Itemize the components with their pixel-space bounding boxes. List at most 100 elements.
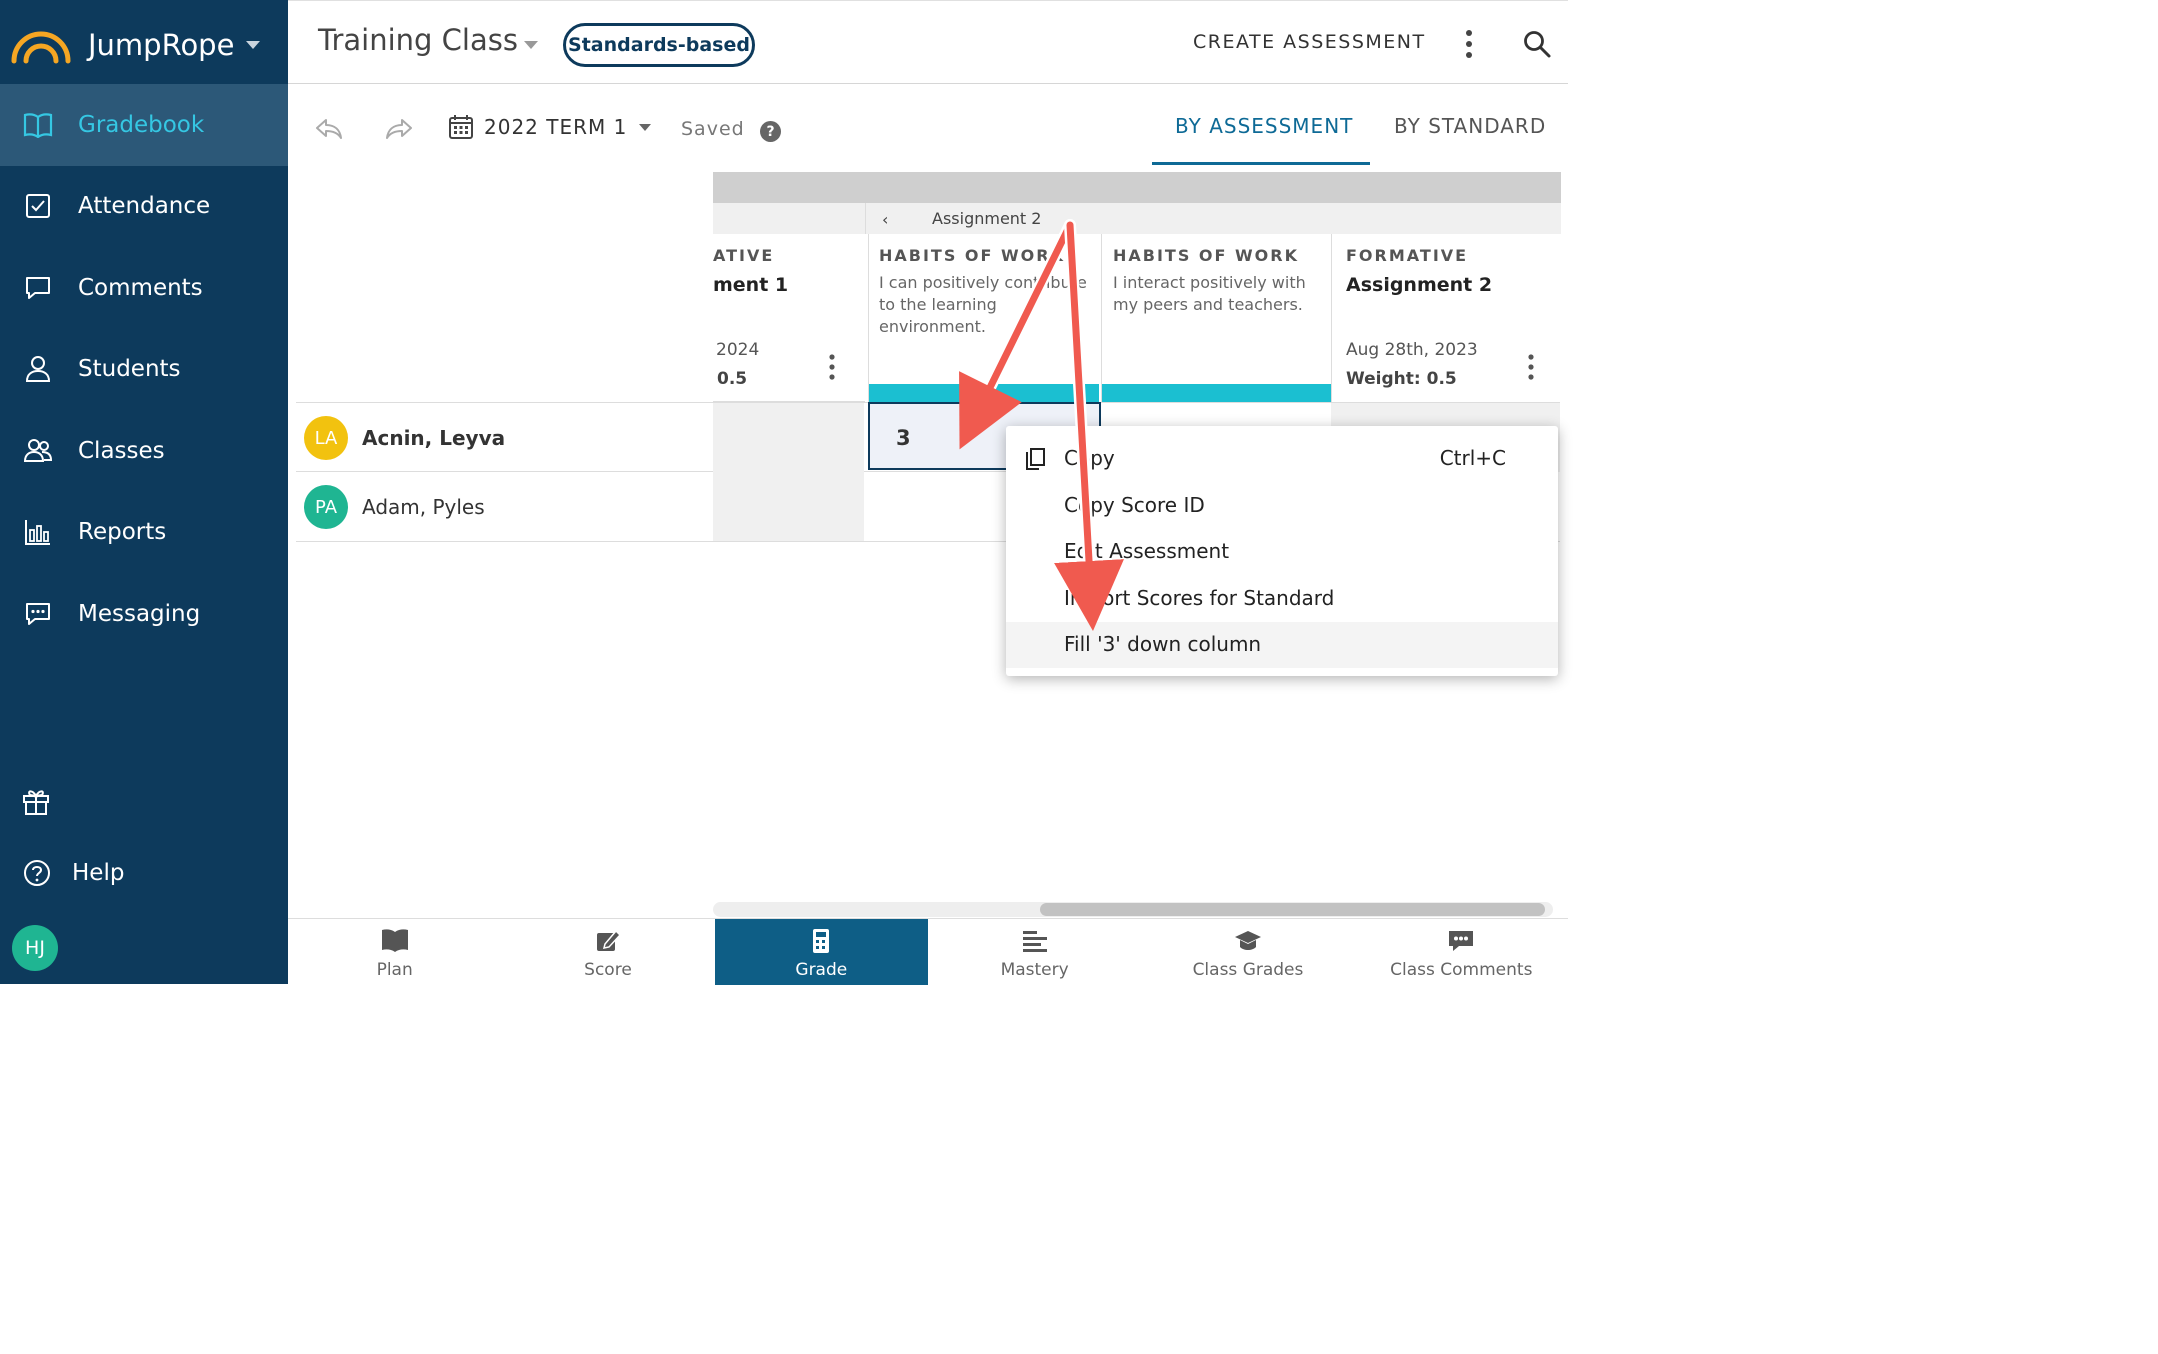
undo-icon[interactable] [314, 114, 344, 142]
bottom-nav-label: Grade [795, 960, 848, 980]
horizontal-scrollbar[interactable] [713, 902, 1553, 917]
bottom-nav-label: Plan [376, 960, 413, 980]
menu-item-import-scores[interactable]: Import Scores for Standard [1006, 576, 1558, 622]
column-type: ATIVE [713, 246, 775, 265]
column-description: I interact positively with my peers and … [1113, 273, 1306, 314]
column-menu-icon[interactable] [828, 354, 836, 380]
grid-group-bar [713, 172, 1561, 203]
bottom-nav-mastery[interactable]: Mastery [928, 919, 1141, 985]
class-title[interactable]: Training Class [318, 23, 518, 57]
column-menu-icon[interactable] [1527, 354, 1535, 380]
column-name: Assignment 2 [1346, 274, 1493, 296]
bottom-nav-label: Class Comments [1390, 960, 1533, 980]
sidebar-item-students[interactable]: Students [0, 329, 288, 411]
bottom-nav-class-grades[interactable]: Class Grades [1141, 919, 1354, 985]
column-header-standard-2[interactable]: HABITS OF WORK I interact positively wit… [1101, 234, 1331, 402]
more-options-icon[interactable] [1464, 29, 1474, 59]
column-weight: 0.5 [717, 369, 748, 389]
score-cell[interactable] [713, 472, 864, 541]
sidebar-item-label: Comments [78, 274, 203, 301]
column-header-assignment-2[interactable]: FORMATIVE Assignment 2 Aug 28th, 2023 We… [1331, 234, 1561, 402]
bottom-nav-plan[interactable]: Plan [288, 919, 501, 985]
standard-color-bar [1102, 384, 1331, 402]
bar-chart-icon [22, 516, 54, 548]
menu-item-label: Copy Score ID [1064, 493, 1205, 517]
sidebar-item-gradebook[interactable]: Gradebook [0, 84, 288, 166]
column-date: 2024 [716, 340, 760, 360]
sidebar: JumpRope Gradebook Attendance Comments S… [0, 0, 288, 984]
book-open-icon [22, 109, 54, 141]
student-avatar: LA [304, 416, 348, 460]
sidebar-item-label: Classes [78, 437, 165, 464]
bars-icon [1022, 931, 1047, 952]
term-selector[interactable]: 2022 TERM 1 [448, 114, 652, 140]
assignment-group-header[interactable]: ‹ Assignment 2 [865, 203, 1561, 234]
help-circle-icon [24, 860, 50, 886]
collapse-chevron-icon[interactable]: ‹ [882, 210, 888, 229]
scrollbar-thumb[interactable] [1040, 903, 1545, 916]
user-avatar[interactable]: HJ [12, 925, 58, 971]
student-name[interactable]: Acnin, Leyva [362, 426, 505, 450]
column-header-standard-1[interactable]: HABITS OF WORK I can positively contribu… [868, 234, 1100, 402]
sidebar-item-attendance[interactable]: Attendance [0, 166, 288, 248]
active-tab-indicator [1152, 162, 1370, 165]
sidebar-item-label: Gradebook [78, 111, 205, 138]
term-label: 2022 TERM 1 [484, 115, 628, 139]
sidebar-item-label: Messaging [78, 600, 201, 627]
search-icon[interactable] [1522, 29, 1552, 59]
sidebar-nav: Gradebook Attendance Comments Students C… [0, 84, 288, 655]
pencil-square-icon [596, 929, 622, 951]
student-avatar: PA [304, 485, 348, 529]
term-caret-icon [639, 123, 652, 131]
bottom-nav-label: Class Grades [1192, 960, 1304, 980]
bottom-nav: Plan Score Grade Mastery Class Grades Cl… [288, 918, 1568, 985]
class-caret-icon[interactable] [524, 41, 538, 49]
save-status: Saved [681, 118, 745, 140]
menu-item-fill-down[interactable]: Fill '3' down column [1006, 622, 1558, 668]
brand[interactable]: JumpRope [10, 20, 261, 70]
assignment-group-label: Assignment 2 [932, 209, 1042, 228]
column-name: ment 1 [713, 274, 789, 296]
sidebar-item-reports[interactable]: Reports [0, 492, 288, 574]
save-help-icon[interactable]: ? [760, 121, 781, 142]
student-name[interactable]: Adam, Pyles [362, 495, 485, 519]
menu-item-label: Copy [1064, 446, 1115, 470]
menu-item-copy-score-id[interactable]: Copy Score ID [1006, 483, 1558, 529]
header: Training Class Standards-based CREATE AS… [288, 0, 1568, 84]
menu-item-label: Edit Assessment [1064, 539, 1230, 563]
column-header-assignment-1[interactable]: ATIVE ment 1 2024 0.5 [713, 234, 865, 402]
bottom-nav-grade[interactable]: Grade [714, 919, 928, 985]
copy-icon [1026, 448, 1045, 470]
sidebar-item-label: Reports [78, 519, 167, 546]
tab-by-assessment[interactable]: BY ASSESSMENT [1175, 114, 1353, 138]
menu-item-copy[interactable]: Copy Ctrl+C [1006, 436, 1558, 482]
sidebar-item-help[interactable]: Help [22, 858, 124, 888]
redo-icon[interactable] [384, 114, 414, 142]
gift-icon[interactable] [20, 785, 52, 817]
grid-group-bar-left [713, 203, 865, 234]
column-weight: Weight: 0.5 [1346, 369, 1457, 389]
sidebar-item-label: Students [78, 356, 181, 383]
sidebar-item-label: Attendance [78, 193, 211, 220]
calendar-icon [449, 115, 473, 139]
sidebar-item-classes[interactable]: Classes [0, 410, 288, 492]
menu-item-edit-assessment[interactable]: Edit Assessment [1006, 529, 1558, 575]
person-icon [22, 353, 54, 385]
book-icon [381, 929, 408, 952]
context-menu: Copy Ctrl+C Copy Score ID Edit Assessmen… [1006, 426, 1558, 676]
bottom-nav-score[interactable]: Score [501, 919, 714, 985]
bottom-nav-label: Score [584, 960, 632, 980]
brand-caret-icon [246, 41, 261, 49]
column-type: HABITS OF WORK [879, 246, 1065, 265]
score-cell[interactable] [713, 403, 864, 472]
create-assessment-button[interactable]: CREATE ASSESSMENT [1193, 31, 1426, 53]
standard-color-bar [869, 384, 1099, 402]
menu-item-label: Import Scores for Standard [1064, 586, 1335, 610]
column-date: Aug 28th, 2023 [1346, 340, 1478, 360]
tab-by-standard[interactable]: BY STANDARD [1394, 114, 1546, 138]
sidebar-item-messaging[interactable]: Messaging [0, 573, 288, 655]
grading-mode-badge[interactable]: Standards-based [563, 23, 755, 67]
help-label: Help [72, 860, 125, 886]
bottom-nav-class-comments[interactable]: Class Comments [1355, 919, 1568, 985]
sidebar-item-comments[interactable]: Comments [0, 247, 288, 329]
